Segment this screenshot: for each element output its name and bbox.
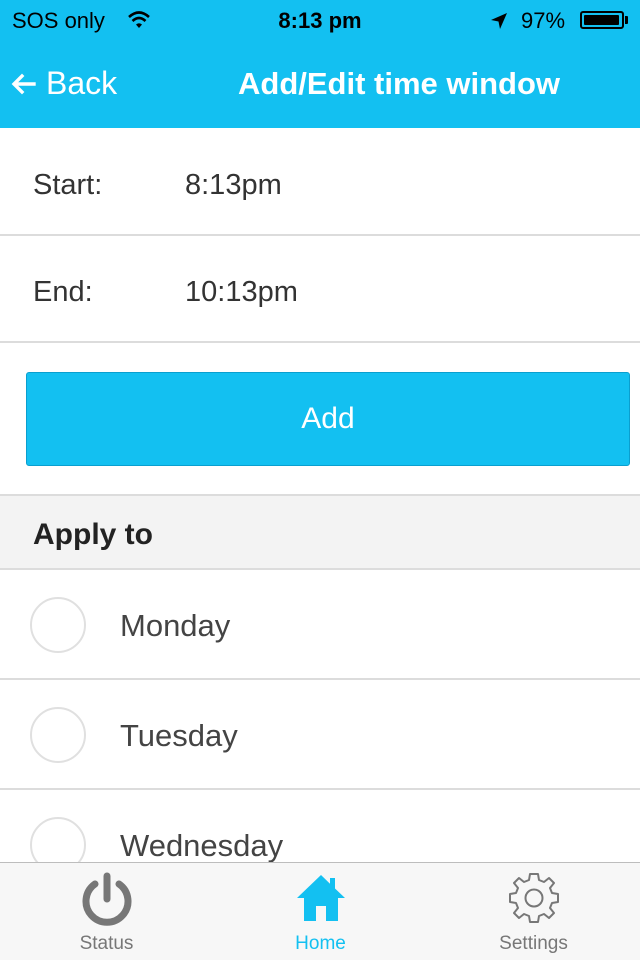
battery-icon xyxy=(580,11,624,29)
day-label: Wednesday xyxy=(120,828,284,863)
battery-tip xyxy=(625,16,628,24)
end-value: 10:13pm xyxy=(185,276,298,308)
tab-label: Settings xyxy=(499,933,568,954)
gear-icon xyxy=(508,873,559,923)
tab-settings[interactable]: Settings xyxy=(427,863,640,960)
start-value: 8:13pm xyxy=(185,169,282,201)
header: SOS only 8:13 pm 97% Back Add/Edit time … xyxy=(0,0,640,128)
add-button[interactable]: Add xyxy=(26,372,630,466)
day-radio[interactable] xyxy=(30,597,86,653)
arrow-left-icon xyxy=(11,73,36,94)
apply-to-section-header: Apply to xyxy=(0,494,640,570)
day-label: Tuesday xyxy=(120,718,238,753)
day-label: Monday xyxy=(120,608,231,643)
tab-bar: Status Home Settings xyxy=(0,862,640,960)
page-title: Add/Edit time window xyxy=(238,66,561,101)
start-label: Start: xyxy=(33,169,103,201)
nav-bar: Back Add/Edit time window xyxy=(0,40,640,128)
end-label: End: xyxy=(33,276,93,308)
tab-label: Home xyxy=(295,933,346,954)
end-time-row[interactable]: End: 10:13pm xyxy=(0,236,640,343)
back-button[interactable]: Back xyxy=(10,65,117,102)
tab-status[interactable]: Status xyxy=(0,863,213,960)
back-label: Back xyxy=(46,65,118,101)
tab-home[interactable]: Home xyxy=(214,863,427,960)
start-time-row[interactable]: Start: 8:13pm xyxy=(0,129,640,236)
power-icon xyxy=(82,872,131,926)
status-bar: SOS only 8:13 pm 97% xyxy=(0,0,640,40)
day-row-tuesday[interactable]: Tuesday xyxy=(0,680,640,790)
day-radio[interactable] xyxy=(30,707,86,763)
battery-percent: 97% xyxy=(521,8,566,33)
location-arrow-icon xyxy=(490,10,508,36)
section-title: Apply to xyxy=(33,518,153,551)
tab-label: Status xyxy=(79,933,134,954)
battery-level xyxy=(584,15,619,25)
home-icon xyxy=(296,875,345,921)
day-row-monday[interactable]: Monday xyxy=(0,570,640,680)
